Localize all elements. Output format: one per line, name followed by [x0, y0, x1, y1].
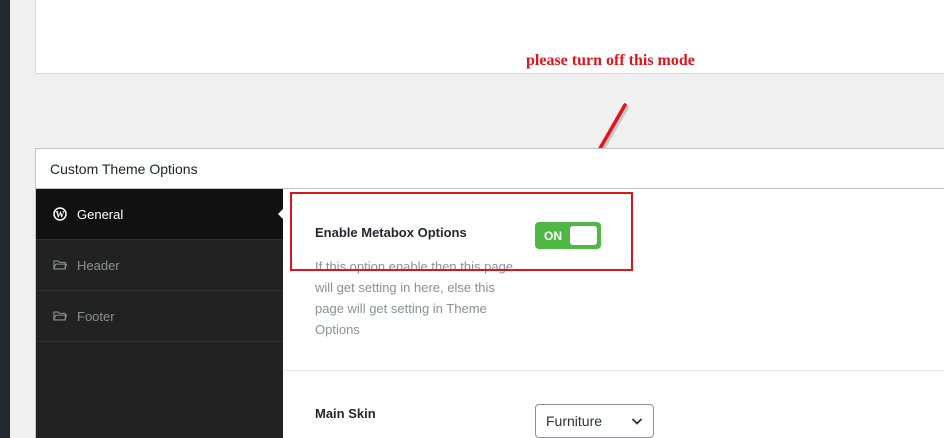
svg-text:W: W [56, 210, 65, 220]
tab-header[interactable]: Header [36, 240, 283, 291]
toggle-state-label: ON [544, 229, 562, 243]
enable-metabox-description: If this option enable then this page wil… [315, 259, 514, 337]
enable-metabox-toggle[interactable]: ON [535, 222, 601, 249]
toggle-knob [570, 226, 597, 245]
options-tab-nav: W General Header Footer [36, 189, 283, 438]
wordpress-icon: W [53, 207, 67, 221]
editor-panel [35, 0, 944, 74]
tab-general[interactable]: W General [36, 189, 283, 240]
chevron-down-icon [631, 418, 643, 425]
folder-icon [53, 258, 67, 272]
admin-sidebar-edge [0, 0, 10, 438]
custom-theme-options-metabox: Custom Theme Options W General Header Fo… [35, 148, 944, 438]
tab-footer[interactable]: Footer [36, 291, 283, 342]
folder-icon [53, 309, 67, 323]
enable-metabox-options-label: Enable Metabox Options [315, 225, 467, 240]
tab-general-label: General [77, 206, 124, 222]
tab-footer-label: Footer [77, 308, 115, 324]
main-skin-select[interactable]: Furniture [535, 404, 654, 438]
annotation-note: please turn off this mode [526, 52, 695, 69]
options-content: Enable Metabox Options ON If this option… [283, 189, 944, 438]
field-divider [283, 370, 944, 371]
metabox-title: Custom Theme Options [36, 149, 944, 189]
tab-header-label: Header [77, 257, 120, 273]
main-skin-label: Main Skin [315, 406, 376, 421]
main-skin-selected-value: Furniture [546, 413, 603, 429]
